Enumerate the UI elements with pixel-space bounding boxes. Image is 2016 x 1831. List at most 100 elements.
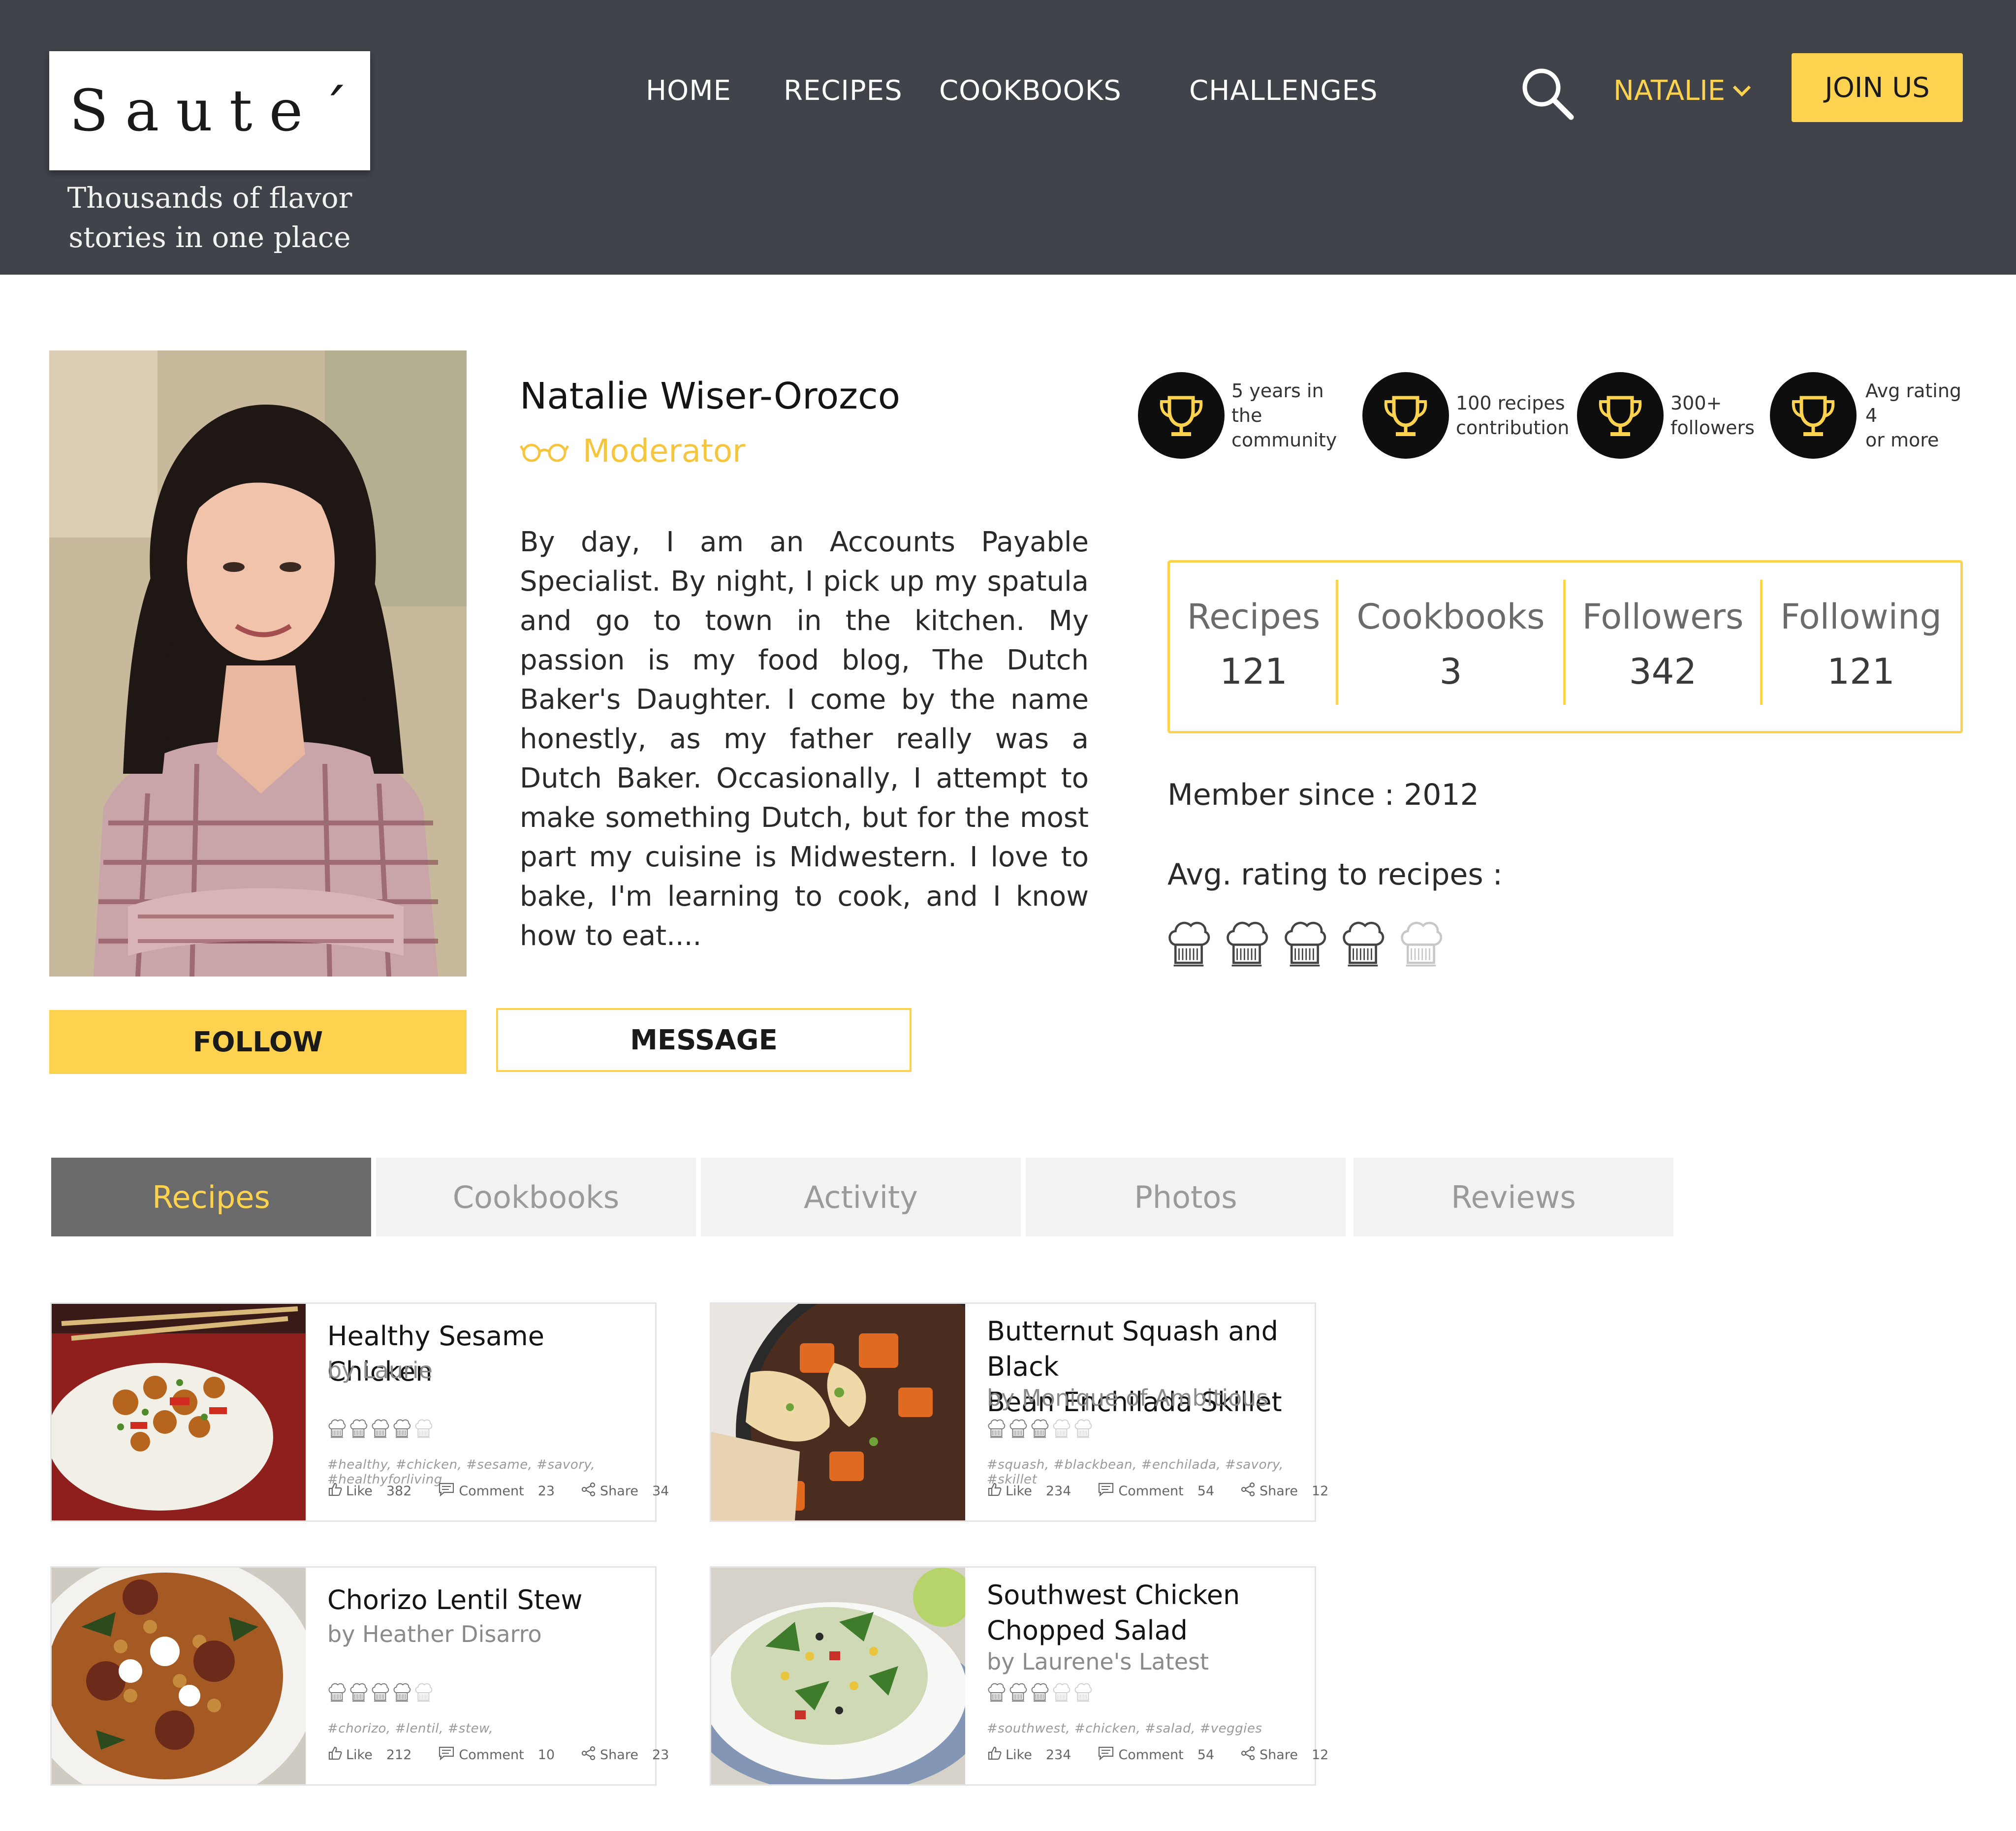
tab-cookbooks[interactable]: Cookbooks xyxy=(376,1158,696,1236)
recipe-rating xyxy=(327,1418,433,1439)
tab-reviews[interactable]: Reviews xyxy=(1354,1158,1673,1236)
recipe-author[interactable]: by Heather Disarro xyxy=(327,1621,542,1647)
share-label: Share xyxy=(1260,1747,1298,1763)
recipe-photo xyxy=(711,1304,965,1520)
comment-label: Comment xyxy=(1118,1484,1184,1499)
recipe-title[interactable]: Southwest Chicken Chopped Salad xyxy=(987,1578,1240,1648)
profile-bio: By day, I am an Accounts Payable Special… xyxy=(520,526,1089,952)
recipe-card[interactable]: Butternut Squash and Black Bean Enchilad… xyxy=(710,1302,1328,1522)
chef-hat-empty-icon xyxy=(1074,1683,1092,1702)
share-button[interactable]: Share 34 xyxy=(581,1482,669,1500)
recipe-photo xyxy=(52,1304,306,1520)
stat-value: 121 xyxy=(1220,651,1288,692)
message-button[interactable]: MESSAGE xyxy=(496,1008,912,1072)
recipe-actions: Like 234 Comment 54 Share 12 xyxy=(987,1482,1355,1500)
chef-hat-icon xyxy=(988,1683,1006,1702)
recipe-photo xyxy=(52,1568,306,1784)
badge-label: followers xyxy=(1670,417,1755,439)
trophy-icon xyxy=(1770,372,1857,459)
tagline-line-1: Thousands of flavor xyxy=(67,181,352,215)
search-icon[interactable] xyxy=(1519,65,1575,121)
recipe-card[interactable]: Chorizo Lentil Stew by Heather Disarro #… xyxy=(50,1566,669,1786)
chef-hat-icon xyxy=(350,1419,368,1438)
user-menu[interactable]: NATALIE xyxy=(1613,75,1752,107)
stat-value: 342 xyxy=(1629,651,1697,692)
share-button[interactable]: Share 12 xyxy=(1241,1746,1328,1764)
share-count: 12 xyxy=(1311,1747,1329,1763)
recipe-author[interactable]: by Laurene's Latest xyxy=(987,1648,1209,1675)
stat-followers[interactable]: Followers 342 xyxy=(1566,597,1760,692)
badge-label: 300+ xyxy=(1670,392,1722,414)
share-button[interactable]: Share 12 xyxy=(1241,1482,1328,1500)
share-count: 12 xyxy=(1311,1484,1329,1499)
share-icon xyxy=(1241,1482,1256,1500)
chef-hat-empty-icon xyxy=(1053,1683,1071,1702)
thumbs-up-icon xyxy=(327,1482,342,1500)
nav-challenges[interactable]: CHALLENGES xyxy=(1189,75,1378,107)
chef-hat-icon xyxy=(350,1683,368,1702)
stat-cookbooks[interactable]: Cookbooks 3 xyxy=(1338,597,1563,692)
nav-cookbooks[interactable]: COOKBOOKS xyxy=(939,75,1122,107)
join-us-button[interactable]: JOIN US xyxy=(1792,53,1963,122)
tagline: Thousands of flavor stories in one place xyxy=(49,178,370,257)
share-icon xyxy=(1241,1746,1256,1764)
comment-icon xyxy=(1098,1746,1114,1764)
share-count: 23 xyxy=(652,1747,669,1763)
logo-text: Saute´ xyxy=(69,77,365,144)
share-button[interactable]: Share 23 xyxy=(581,1746,669,1764)
recipe-card[interactable]: Healthy Sesame Chicken by Laurie #health… xyxy=(50,1302,669,1522)
member-since: Member since : 2012 xyxy=(1167,778,1479,812)
trophy-icon xyxy=(1577,372,1664,459)
stat-label: Followers xyxy=(1582,597,1744,637)
chef-hat-icon xyxy=(1168,921,1210,967)
tab-activity[interactable]: Activity xyxy=(701,1158,1021,1236)
comment-count: 23 xyxy=(537,1484,555,1499)
chef-hat-icon xyxy=(1227,921,1268,967)
recipe-title[interactable]: Chorizo Lentil Stew xyxy=(327,1582,582,1618)
stat-label: Cookbooks xyxy=(1356,597,1545,637)
comment-button[interactable]: Comment 54 xyxy=(1098,1482,1214,1500)
recipe-title-line: Southwest Chicken xyxy=(987,1579,1240,1610)
tab-recipes[interactable]: Recipes xyxy=(51,1158,371,1236)
like-button[interactable]: Like 212 xyxy=(327,1746,411,1764)
like-label: Like xyxy=(346,1747,373,1763)
comment-count: 10 xyxy=(537,1747,555,1763)
logo[interactable]: Saute´ xyxy=(49,51,370,170)
comment-button[interactable]: Comment 10 xyxy=(438,1746,555,1764)
chef-hat-empty-icon xyxy=(1074,1419,1092,1438)
profile-photo xyxy=(49,350,467,977)
badge-label: 5 years in the xyxy=(1231,380,1324,426)
stat-label: Recipes xyxy=(1187,597,1321,637)
badge-rating: Avg rating 4 or more xyxy=(1770,372,1974,459)
chef-hat-icon xyxy=(1009,1419,1027,1438)
comment-button[interactable]: Comment 54 xyxy=(1098,1746,1214,1764)
stat-following[interactable]: Following 121 xyxy=(1763,597,1959,692)
recipe-author[interactable]: by Monique of Ambitious xyxy=(987,1385,1268,1411)
avg-rating-chef-hats xyxy=(1166,918,1443,968)
like-button[interactable]: Like 234 xyxy=(987,1746,1071,1764)
tab-photos[interactable]: Photos xyxy=(1026,1158,1346,1236)
share-label: Share xyxy=(600,1484,638,1499)
like-button[interactable]: Like 234 xyxy=(987,1482,1071,1500)
like-button[interactable]: Like 382 xyxy=(327,1482,411,1500)
role-label: Moderator xyxy=(583,433,746,470)
chef-hat-icon xyxy=(1031,1419,1049,1438)
chef-hat-icon xyxy=(328,1683,346,1702)
nav-home[interactable]: HOME xyxy=(646,75,731,107)
follow-button[interactable]: FOLLOW xyxy=(49,1010,467,1074)
recipe-author[interactable]: by Laurie xyxy=(327,1357,433,1384)
chef-hat-empty-icon xyxy=(415,1419,433,1438)
comment-label: Comment xyxy=(459,1484,524,1499)
like-count: 234 xyxy=(1045,1747,1071,1763)
badge-label: or more xyxy=(1865,429,1939,451)
nav-recipes[interactable]: RECIPES xyxy=(784,75,903,107)
chef-hat-icon xyxy=(372,1683,389,1702)
like-label: Like xyxy=(1006,1747,1032,1763)
share-label: Share xyxy=(1260,1484,1298,1499)
badge-label: contribution xyxy=(1456,417,1570,439)
stat-recipes[interactable]: Recipes 121 xyxy=(1171,597,1336,692)
recipe-card[interactable]: Southwest Chicken Chopped Salad by Laure… xyxy=(710,1566,1328,1786)
thumbs-up-icon xyxy=(987,1482,1002,1500)
comment-button[interactable]: Comment 23 xyxy=(438,1482,555,1500)
comment-icon xyxy=(438,1746,455,1764)
